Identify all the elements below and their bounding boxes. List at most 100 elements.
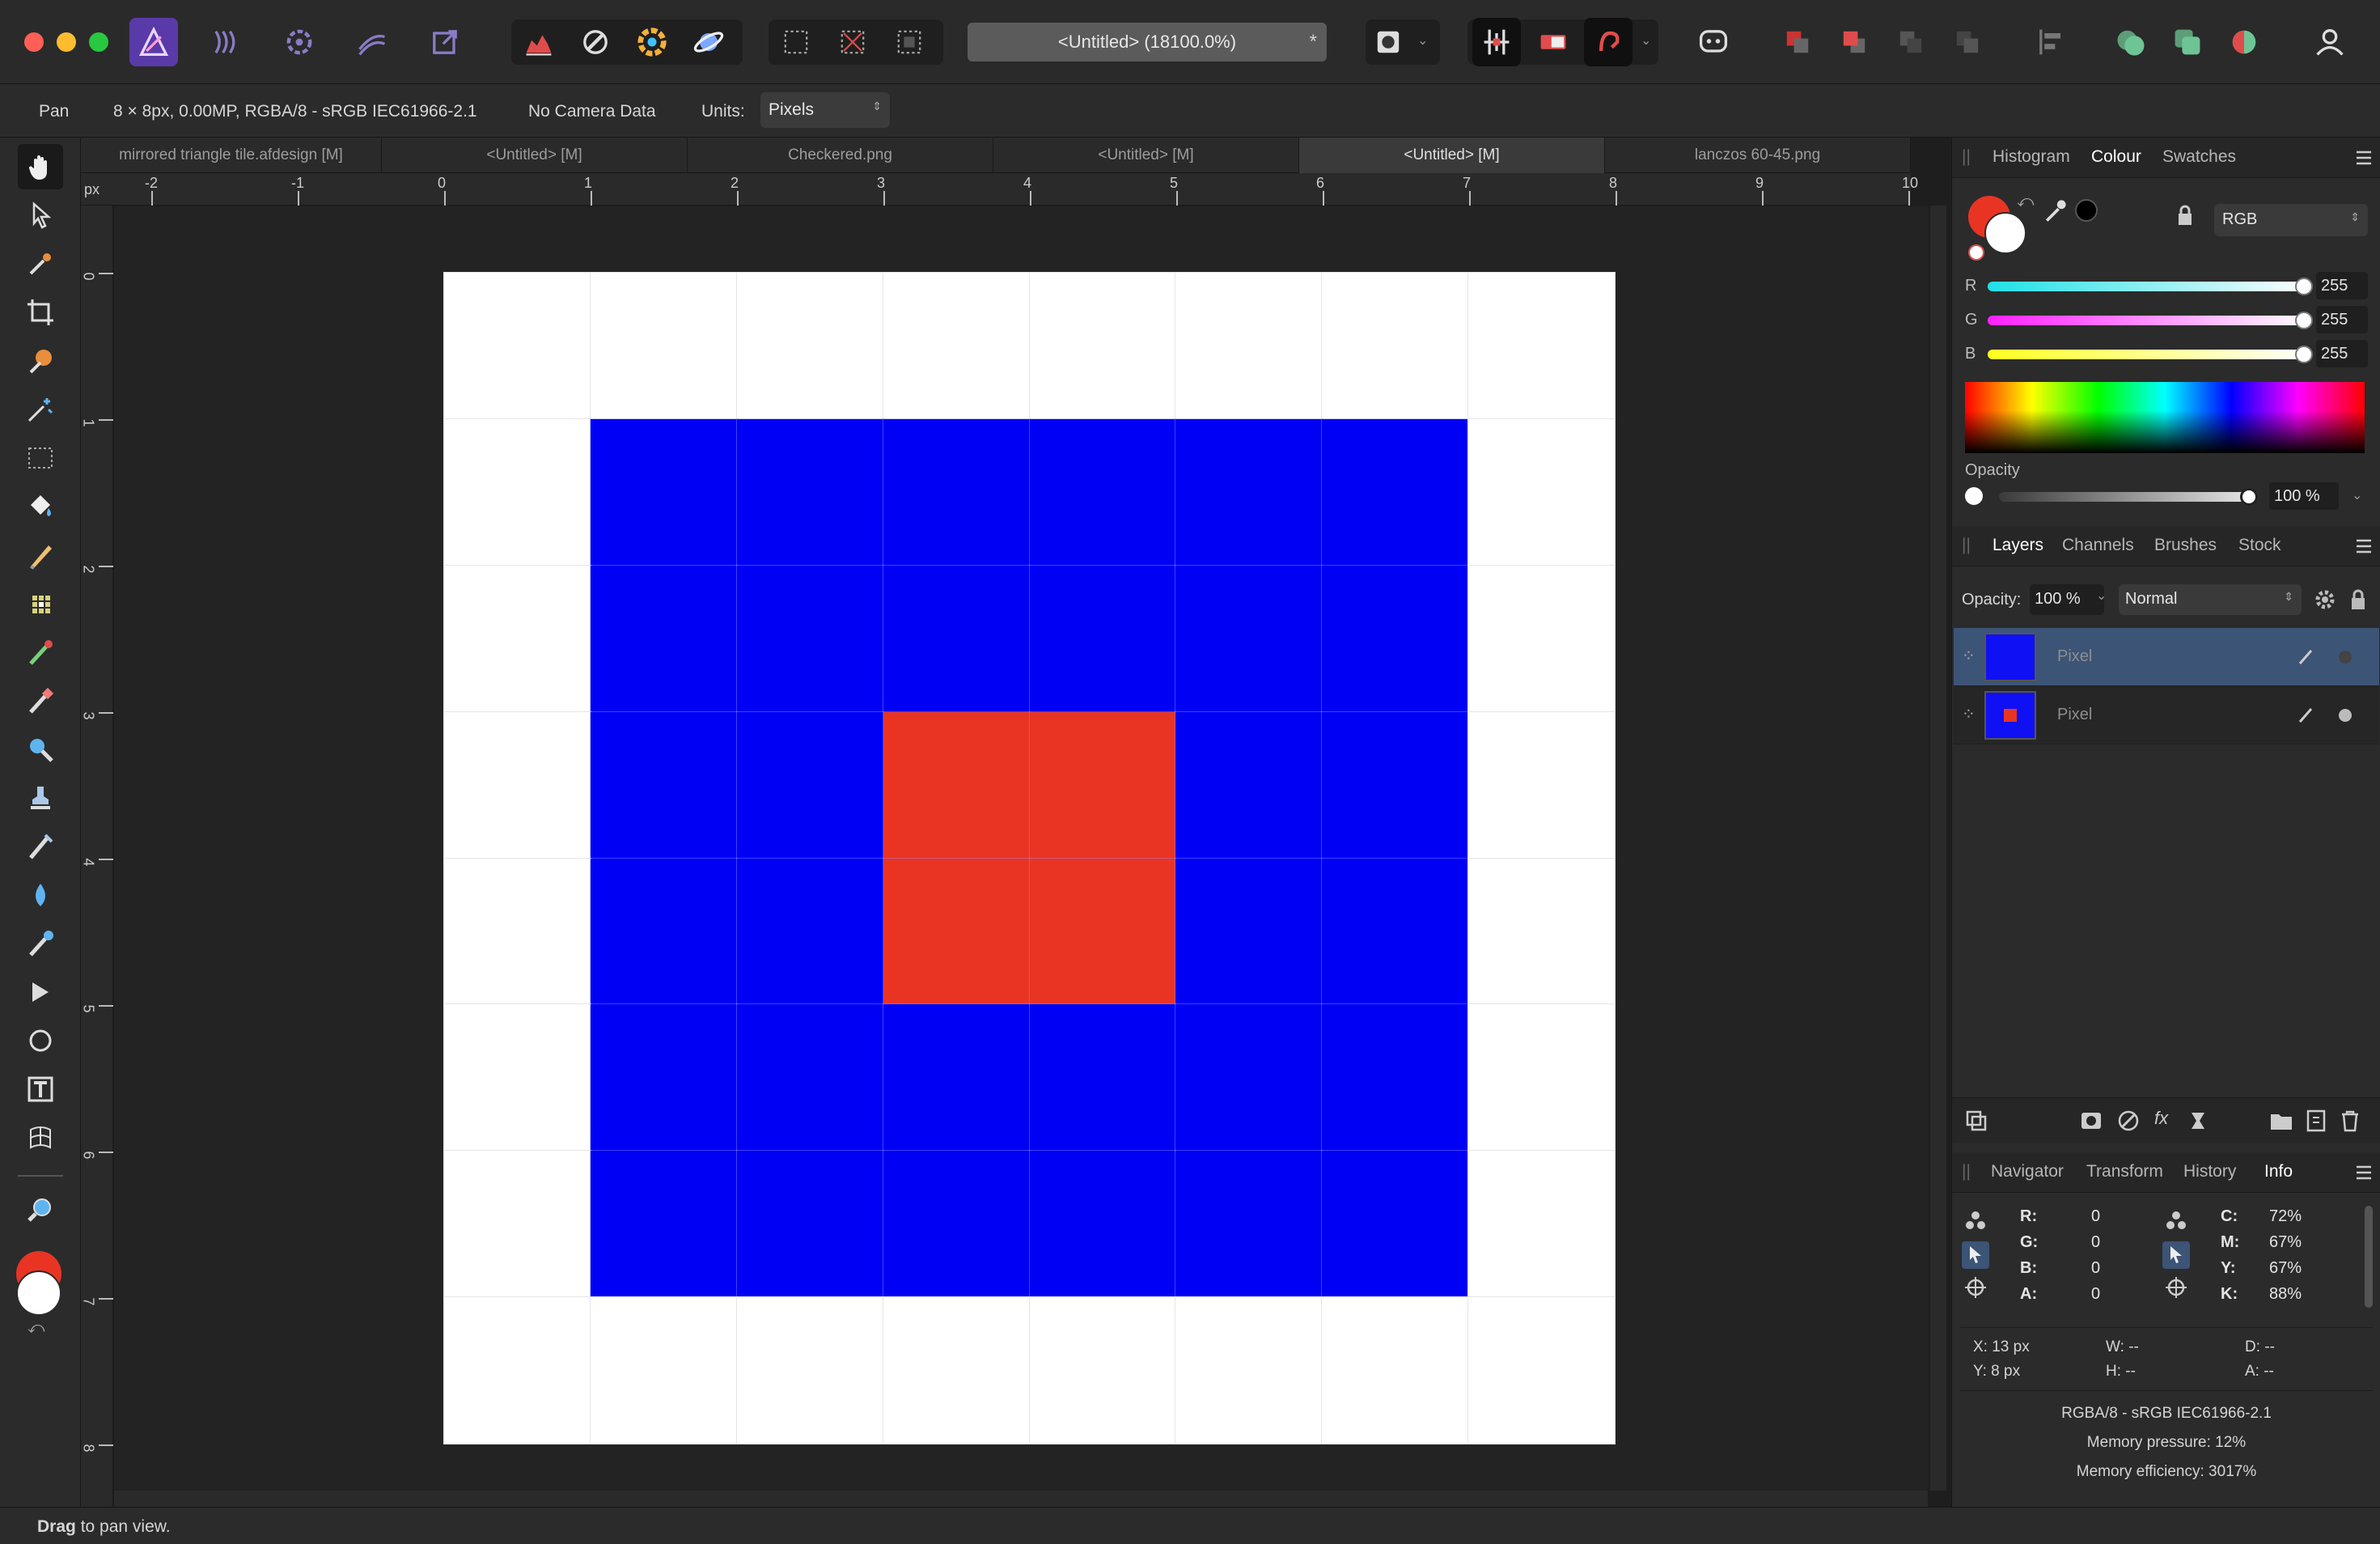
info-scrollbar[interactable] xyxy=(2365,1206,2373,1308)
canvas-pixel[interactable] xyxy=(443,710,591,859)
blue-channel-slider[interactable] xyxy=(1988,350,2311,359)
colour-picker-icon[interactable] xyxy=(18,241,63,286)
canvas-pixel[interactable] xyxy=(1028,1150,1177,1299)
snapping-magnet-icon[interactable] xyxy=(1584,18,1633,66)
erase-brush-icon[interactable] xyxy=(18,678,63,723)
drag-handle-icon[interactable]: ⁘ xyxy=(1962,704,1976,724)
opacity-slider-knob[interactable] xyxy=(2240,488,2258,506)
colour-wheel-icon[interactable] xyxy=(628,18,676,66)
tab-histogram[interactable]: Histogram xyxy=(1993,147,2070,167)
canvas-pixel[interactable] xyxy=(589,857,738,1006)
lock-icon[interactable] xyxy=(2348,587,2368,612)
histogram-tool-icon[interactable] xyxy=(515,18,563,66)
canvas-pixel[interactable] xyxy=(589,272,738,420)
canvas-pixel[interactable] xyxy=(1467,1150,1616,1299)
pointer-sample-icon[interactable] xyxy=(1962,1241,1989,1269)
pixel-tool-icon[interactable] xyxy=(18,581,63,626)
trash-icon[interactable] xyxy=(2339,1109,2361,1132)
tab-swatches[interactable]: Swatches xyxy=(2162,147,2236,167)
boolean-intersect-icon[interactable] xyxy=(2220,18,2268,66)
snapping-icon[interactable] xyxy=(1472,18,1521,66)
canvas-pixel[interactable] xyxy=(882,418,1031,566)
develop-persona-icon[interactable] xyxy=(275,18,324,66)
tab-transform[interactable]: Transform xyxy=(2086,1162,2163,1181)
add-pixel-layer-icon[interactable] xyxy=(2305,1109,2327,1132)
gear-icon[interactable] xyxy=(2313,587,2337,612)
document-tab[interactable]: Checkered.png xyxy=(688,138,993,173)
canvas-pixel[interactable] xyxy=(1321,272,1470,420)
swap-colours-icon[interactable]: ⤺ xyxy=(2017,193,2034,211)
close-window-button[interactable] xyxy=(24,32,44,52)
canvas-pixel[interactable] xyxy=(589,1296,738,1444)
canvas-pixel[interactable] xyxy=(1175,418,1323,566)
horizontal-scrollbar[interactable] xyxy=(114,1491,1928,1507)
zoom-tool-icon[interactable] xyxy=(18,727,63,772)
secondary-colour-swatch[interactable] xyxy=(1984,212,2026,254)
canvas-pixel[interactable] xyxy=(1467,1296,1616,1444)
pointer-sample-icon[interactable] xyxy=(2162,1241,2190,1269)
live-filter-icon[interactable] xyxy=(2187,1109,2209,1132)
rectangular-marquee-icon[interactable] xyxy=(18,435,63,481)
document-tab[interactable]: mirrored triangle tile.afdesign [M] xyxy=(81,138,382,173)
layer-opacity-field[interactable]: 100 % xyxy=(2030,584,2104,615)
canvas-pixel[interactable] xyxy=(1175,710,1323,859)
canvas-pixel[interactable] xyxy=(882,1296,1031,1444)
paint-brush-icon[interactable] xyxy=(18,532,63,578)
smudge-brush-icon[interactable] xyxy=(18,921,63,966)
tone-mapping-persona-icon[interactable] xyxy=(348,18,396,66)
canvas-pixel[interactable] xyxy=(1467,272,1616,420)
eyedropper-icon[interactable] xyxy=(2041,196,2070,225)
layer-row[interactable]: ⁘ Pixel xyxy=(1954,686,2379,744)
drag-handle-icon[interactable]: ⁘ xyxy=(1962,646,1976,666)
visibility-dot-icon[interactable] xyxy=(2339,651,2352,664)
deselect-icon[interactable] xyxy=(828,18,877,66)
fx-icon[interactable]: fx xyxy=(2154,1108,2168,1129)
green-value-field[interactable]: 255 xyxy=(2316,306,2368,333)
canvas-pixel[interactable] xyxy=(735,710,884,859)
canvas-pixel[interactable] xyxy=(1028,272,1177,420)
tab-stock[interactable]: Stock xyxy=(2238,536,2281,555)
units-select[interactable]: Pixels ⇕ xyxy=(760,92,890,128)
liquify-persona-icon[interactable] xyxy=(202,18,251,66)
tab-channels[interactable]: Channels xyxy=(2062,536,2134,555)
canvas-pixel[interactable] xyxy=(882,857,1031,1006)
layer-studio-icon[interactable] xyxy=(1965,1109,1988,1132)
tab-layers[interactable]: Layers xyxy=(1993,536,2043,555)
canvas-pixel[interactable] xyxy=(1321,857,1470,1006)
canvas-pixel[interactable] xyxy=(882,710,1031,859)
assistant-icon[interactable] xyxy=(1689,18,1738,66)
crosshair-icon[interactable] xyxy=(1963,1275,1988,1300)
canvas-pixel[interactable] xyxy=(735,857,884,1006)
layer-row-selected[interactable]: ⁘ Pixel xyxy=(1954,628,2379,686)
no-colour-icon[interactable] xyxy=(1968,244,1984,261)
document-tab[interactable]: <Untitled> [M] xyxy=(993,138,1299,173)
export-persona-icon[interactable] xyxy=(421,18,469,66)
planet-lens-icon[interactable] xyxy=(684,18,733,66)
levels-tool-icon[interactable] xyxy=(571,18,620,66)
selection-brush-icon[interactable] xyxy=(18,338,63,384)
node-tool-icon[interactable] xyxy=(18,969,63,1015)
canvas-pixel[interactable] xyxy=(443,272,591,420)
opacity-value-field[interactable]: 100 % xyxy=(2269,482,2339,510)
picked-colour-swatch[interactable] xyxy=(2075,199,2098,222)
brush-icon[interactable] xyxy=(2297,647,2316,667)
colour-sample-icon[interactable] xyxy=(2164,1209,2188,1233)
canvas-pixel[interactable] xyxy=(589,1150,738,1299)
document-canvas[interactable] xyxy=(443,272,1616,1444)
canvas-pixel[interactable] xyxy=(1028,857,1177,1006)
canvas-pixel[interactable] xyxy=(735,1003,884,1152)
canvas-pixel[interactable] xyxy=(1175,857,1323,1006)
canvas-pixel[interactable] xyxy=(735,272,884,420)
canvas-pixel[interactable] xyxy=(443,1003,591,1152)
colour-sample-icon[interactable] xyxy=(1963,1209,1988,1233)
tab-info[interactable]: Info xyxy=(2264,1162,2293,1181)
dodge-brush-icon[interactable] xyxy=(18,630,63,675)
canvas-pixel[interactable] xyxy=(443,564,591,713)
canvas-pixel[interactable] xyxy=(443,1150,591,1299)
zoom-view-icon[interactable] xyxy=(18,1188,63,1233)
chevron-down-icon[interactable]: ⌄ xyxy=(2096,587,2107,604)
account-icon[interactable] xyxy=(2306,18,2354,66)
canvas-pixel[interactable] xyxy=(1467,1003,1616,1152)
canvas-pixel[interactable] xyxy=(882,1003,1031,1152)
lock-icon[interactable] xyxy=(2175,204,2195,227)
